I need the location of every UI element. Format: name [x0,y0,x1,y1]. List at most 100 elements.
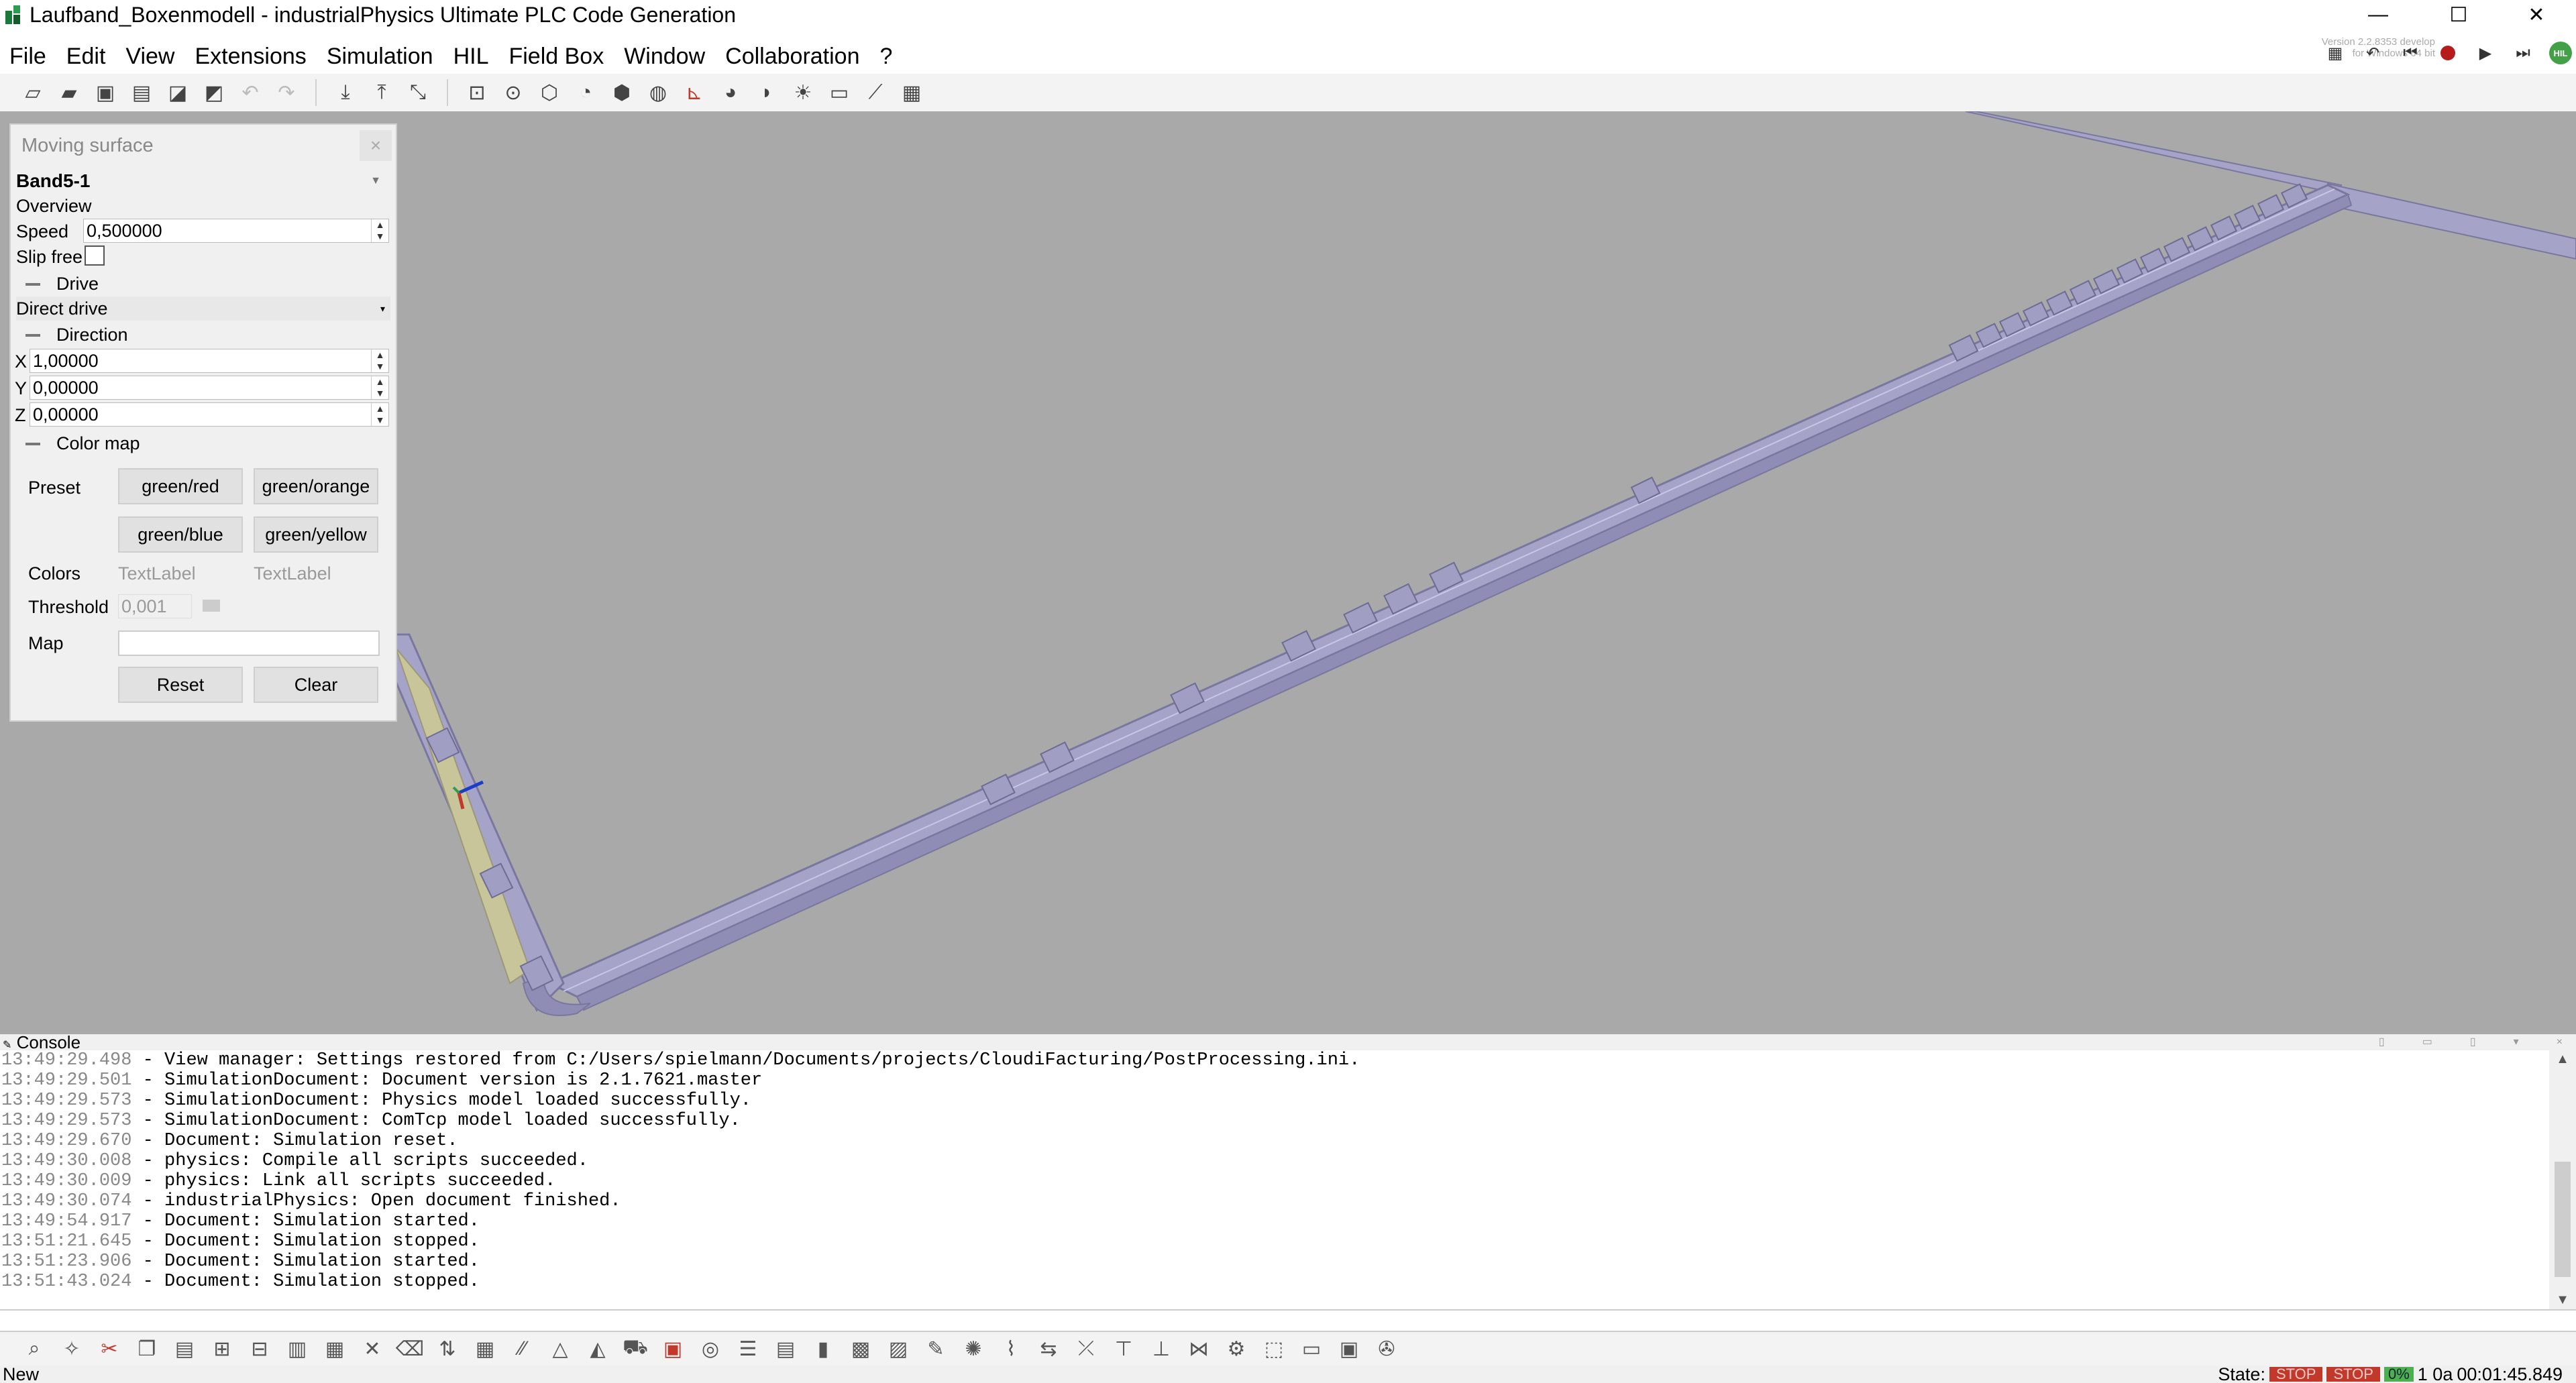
tree-icon[interactable]: ⊥ [1147,1335,1175,1363]
cut-icon[interactable]: ✂ [95,1335,123,1363]
table-icon[interactable]: ▤ [771,1335,800,1363]
screenshot-icon[interactable]: ▭ [825,78,853,107]
package-icon[interactable]: ⬚ [1260,1335,1288,1363]
dock-close-icon[interactable]: × [2557,1034,2563,1050]
lighting-icon[interactable]: ◗ [753,78,781,107]
sensor-icon[interactable]: ◎ [696,1335,724,1363]
reel-icon[interactable]: ✇ [1373,1335,1401,1363]
speed-stepper[interactable]: ▲ ▼ [371,219,388,242]
console-scrollbar[interactable]: ▲ ▼ [2549,1050,2576,1309]
copy-icon[interactable]: ❐ [133,1335,161,1363]
align-icon[interactable]: ⤡ [404,78,432,107]
axis-limit-icon[interactable]: ⤫ [1072,1335,1100,1363]
trash-icon[interactable]: ⌫ [396,1335,424,1363]
drive-select[interactable]: Direct drive ▾ [16,296,390,321]
move-icon[interactable]: ⤓ [331,78,360,107]
prism-icon[interactable]: ◭ [584,1335,612,1363]
undo-icon[interactable]: ↶ [236,78,264,107]
dock-float-icon[interactable]: ▯ [2379,1034,2385,1050]
shape-icon[interactable]: △ [546,1335,574,1363]
console-tab[interactable]: ✎ Console ▯ ▭ ▯ ▾ × [0,1034,2576,1051]
threshold-stepper[interactable] [203,600,220,612]
y-stepper[interactable]: ▲ ▼ [371,376,388,399]
direction-y-input[interactable]: 0,00000 ▲ ▼ [30,376,389,400]
dock-split-icon[interactable]: ▯ [2470,1034,2476,1050]
reset-button[interactable]: Reset [118,667,243,703]
view-cube-icon[interactable]: ⬡ [535,78,564,107]
clear-button[interactable]: Clear [254,667,378,703]
threshold-input[interactable]: 0,001 [118,594,192,618]
hierarchy-icon[interactable]: ⊤ [1110,1335,1138,1363]
ungroup-icon[interactable]: ⊟ [246,1335,274,1363]
minimize-button[interactable]: — [2341,0,2415,30]
dock-menu-icon[interactable]: ▾ [2514,1034,2519,1050]
scroll-down-icon[interactable]: ▼ [2549,1292,2576,1308]
maximize-button[interactable]: ☐ [2422,0,2496,30]
group-icon[interactable]: ⊞ [208,1335,236,1363]
globe-icon[interactable]: ◍ [644,78,672,107]
io-icon[interactable]: ⇆ [1034,1335,1063,1363]
direction-x-input[interactable]: 1,00000 ▲ ▼ [30,349,389,373]
menu-file[interactable]: File [0,44,57,70]
save-as-icon[interactable]: ▤ [127,78,156,107]
scroll-thumb[interactable] [2555,1162,2571,1277]
redo-icon[interactable]: ↷ [272,78,301,107]
slip-free-checkbox[interactable] [85,245,105,266]
script-icon[interactable]: ✎ [922,1335,950,1363]
color-map-section[interactable]: Color map [16,433,140,454]
save-icon[interactable]: ▣ [91,78,119,107]
menu-extensions[interactable]: Extensions [185,44,317,70]
z-stepper[interactable]: ▲ ▼ [371,403,388,426]
sort-icon[interactable]: ⇅ [433,1335,462,1363]
chart-icon[interactable]: ▮ [809,1335,837,1363]
orbit-icon[interactable]: ◔ [572,78,600,107]
measure-icon[interactable]: ⟋ [861,78,890,107]
paste-icon[interactable]: ▤ [170,1335,199,1363]
drive-section[interactable]: Drive [16,274,99,294]
list-icon[interactable]: ☰ [734,1335,762,1363]
rotate-icon[interactable]: ⤒ [368,78,396,107]
menu-view[interactable]: View [116,44,185,70]
link-icon[interactable]: ⁄⁄ [508,1335,537,1363]
fit-view-icon[interactable]: ⊡ [463,78,491,107]
signal-icon[interactable]: ⌇ [997,1335,1025,1363]
play-icon[interactable]: ▶ [2474,42,2497,64]
export-icon[interactable]: ◩ [200,78,228,107]
search-icon[interactable]: ⌕ [20,1335,48,1363]
navigate-icon[interactable]: ✧ [58,1335,86,1363]
material-icon[interactable]: ◕ [716,78,745,107]
panel-close-button[interactable]: × [360,130,392,161]
window-icon[interactable]: ▭ [1297,1335,1326,1363]
preset-green-orange-button[interactable]: green/orange [254,468,378,504]
record-icon[interactable] [2436,42,2459,64]
close-window-button[interactable]: ✕ [2500,0,2573,30]
dock-minimize-icon[interactable]: ▭ [2422,1034,2432,1050]
sun-icon[interactable]: ☀ [789,78,817,107]
robot-icon[interactable]: ⚙ [1222,1335,1250,1363]
direction-section[interactable]: Direction [16,325,128,345]
layout-icon[interactable]: ▦ [898,78,926,107]
speed-input[interactable]: 0,500000 ▲ ▼ [83,219,389,243]
menu-window[interactable]: Window [614,44,716,70]
menu-collaboration[interactable]: Collaboration [716,44,870,70]
preset-green-red-button[interactable]: green/red [118,468,243,504]
hil-toggle-icon[interactable]: HIL [2549,42,2572,64]
undo-history-icon[interactable]: ↶ [2361,42,2384,64]
x-stepper[interactable]: ▲ ▼ [371,349,388,372]
axis-icon[interactable]: ⊾ [680,78,708,107]
wizard-icon[interactable]: ✺ [959,1335,987,1363]
box-view-icon[interactable]: ⬢ [608,78,636,107]
open-document-icon[interactable]: ▰ [55,78,83,107]
menu-field-box[interactable]: Field Box [499,44,614,70]
delete-icon[interactable]: ✕ [358,1335,386,1363]
skip-back-icon[interactable]: ⏮ [2399,42,2422,64]
console-input[interactable] [0,1309,2576,1332]
variables-icon[interactable]: ▨ [884,1335,912,1363]
direction-z-input[interactable]: 0,00000 ▲ ▼ [30,402,389,427]
film-strip-icon[interactable]: ▦ [2324,42,2347,64]
menu-hil[interactable]: HIL [444,44,500,70]
new-document-icon[interactable]: ▱ [19,78,47,107]
menu-simulation[interactable]: Simulation [317,44,444,70]
object-dropdown-icon[interactable]: ▼ [370,175,381,187]
scroll-up-icon[interactable]: ▲ [2549,1052,2576,1067]
